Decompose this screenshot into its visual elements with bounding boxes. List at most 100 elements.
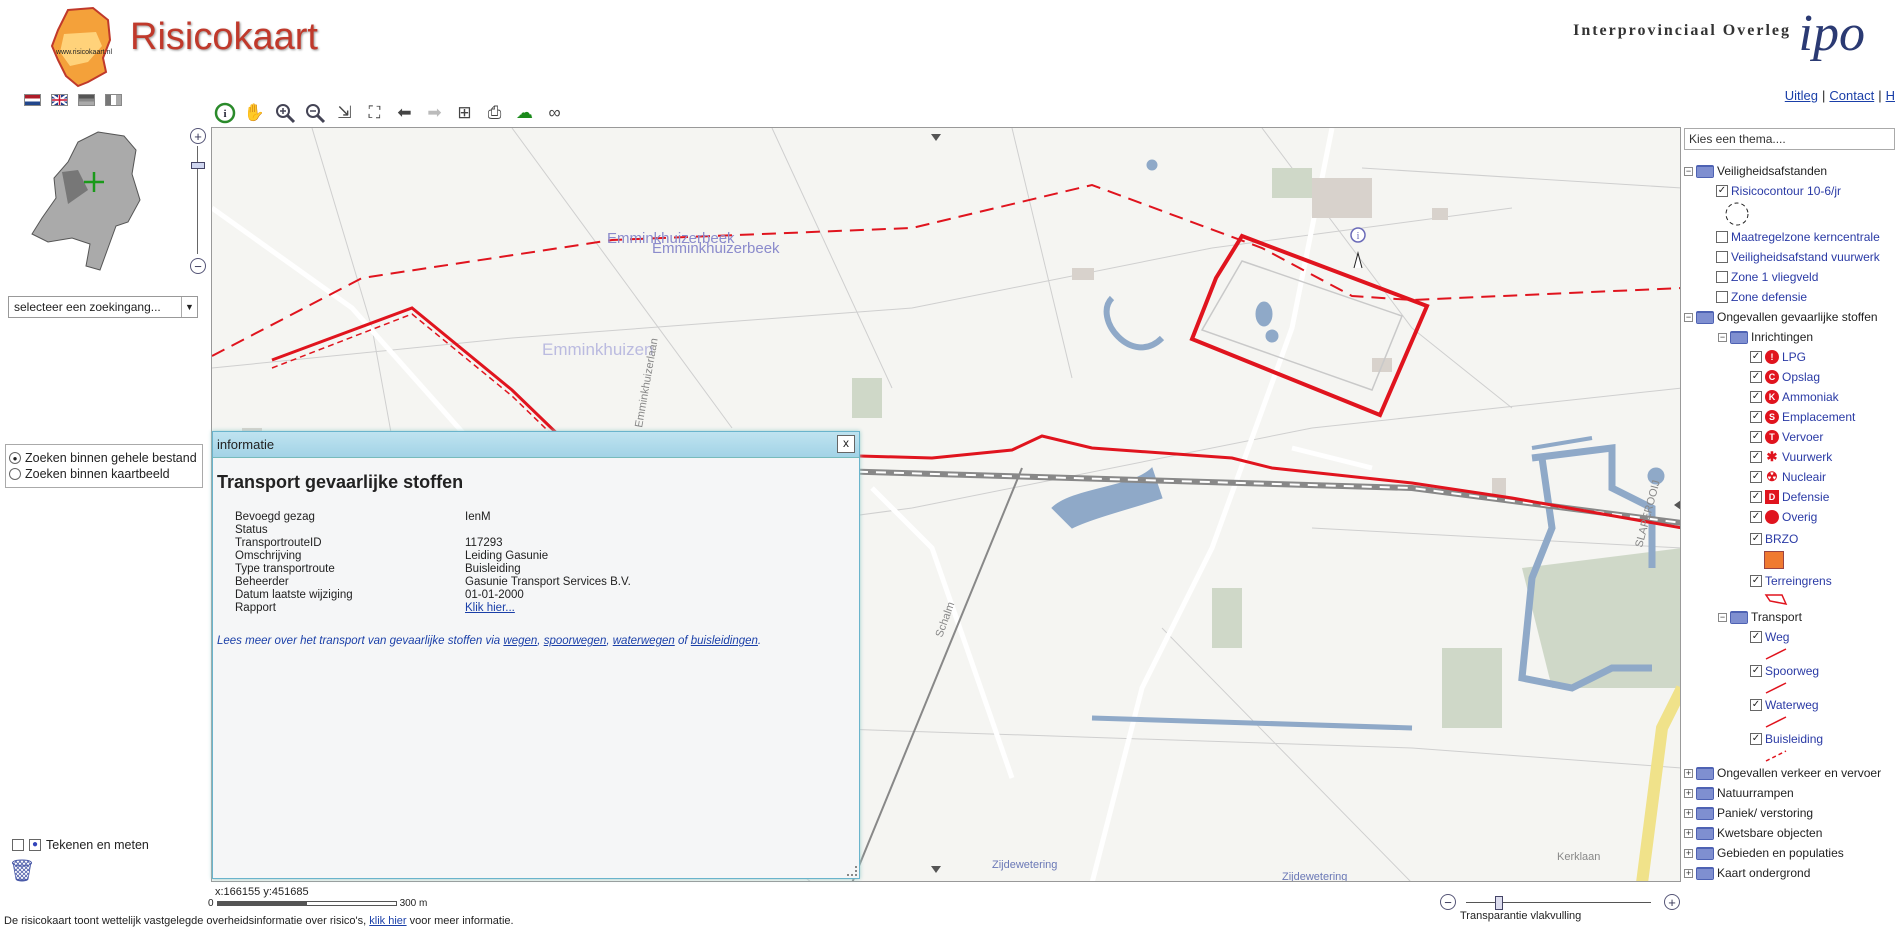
radio-map-view[interactable]: Zoeken binnen kaartbeeld (9, 467, 199, 481)
draw-label: Tekenen en meten (46, 838, 149, 852)
layer-vuurwerk-afstand[interactable]: Veiligheidsafstand vuurwerk (1684, 247, 1895, 267)
layer-nucleair[interactable]: ✓ ☢ Nucleair (1684, 467, 1895, 487)
search-mode-select[interactable]: selecteer een zoekingang... ▼ (8, 296, 198, 318)
transparency-label: Transparantie vlakvulling (1460, 910, 1582, 922)
link-icon[interactable]: ∞ (542, 100, 567, 125)
layer-terreingrens[interactable]: ✓ Terreingrens (1684, 571, 1895, 591)
footer-link[interactable]: klik hier (369, 915, 406, 927)
clear-icon[interactable]: ⊞ (452, 100, 477, 125)
layer-weg[interactable]: ✓ Weg (1684, 627, 1895, 647)
popup-header[interactable]: informatie (213, 432, 859, 458)
table-row: TransportrouteID 117293 (235, 537, 503, 549)
radio-whole-file[interactable]: ● Zoeken binnen gehele bestand (9, 451, 199, 465)
layer-opslag[interactable]: ✓ C Opslag (1684, 367, 1895, 387)
layer-lpg[interactable]: ✓! LPG (1684, 347, 1895, 367)
zoom-in-icon[interactable] (272, 100, 297, 125)
nl-flag-icon[interactable] (24, 94, 41, 106)
search-select-value: selecteer een zoekingang... (14, 300, 161, 314)
layer-waterweg[interactable]: ✓ Waterweg (1684, 695, 1895, 715)
draw-radio-icon[interactable]: ● (29, 839, 41, 851)
next-extent-icon[interactable]: ➡ (422, 100, 447, 125)
zoom-minus-button[interactable]: − (190, 258, 206, 274)
info-popup[interactable]: informatie x Transport gevaarlijke stoff… (212, 431, 860, 879)
layer-emplacement[interactable]: ✓ S Emplacement (1684, 407, 1895, 427)
layer-overig[interactable]: ✓ Overig (1684, 507, 1895, 527)
transparency-slider[interactable]: − + Transparantie vlakvulling (1440, 894, 1680, 926)
draw-measure-toggle[interactable]: ● Tekenen en meten (12, 838, 149, 852)
draw-checkbox[interactable] (12, 839, 24, 851)
zoom-handle[interactable] (191, 162, 205, 169)
ammoniak-icon: K (1765, 390, 1779, 404)
link-buisleidingen[interactable]: buisleidingen (691, 635, 758, 647)
en-flag-icon[interactable] (51, 94, 68, 106)
overview-minimap[interactable] (28, 130, 158, 278)
print-icon[interactable]: ⎙ (482, 100, 507, 125)
layer-vuurwerk[interactable]: ✓ ✱ Vuurwerk (1684, 447, 1895, 467)
legend-risicocontour (1684, 201, 1895, 227)
layer-maatregelzone[interactable]: Maatregelzone kerncentrale (1684, 227, 1895, 247)
zoom-plus-button[interactable]: + (190, 128, 206, 144)
tree-group-verkeer[interactable]: + Ongevallen verkeer en vervoer (1684, 763, 1895, 783)
tree-group-transport[interactable]: − Transport (1684, 607, 1895, 627)
pan-icon[interactable]: ✋ (242, 100, 267, 125)
table-row: Beheerder Gasunie Transport Services B.V. (235, 576, 631, 588)
zoom-slider[interactable]: + − (190, 128, 206, 274)
legend-weg (1684, 647, 1895, 661)
fr-flag-icon[interactable] (105, 94, 122, 106)
layer-brzo[interactable]: ✓ BRZO (1684, 529, 1895, 549)
risicokaart-logo[interactable]: www.risicokaart.nl (48, 6, 118, 88)
measure-icon[interactable]: ⇲ (332, 100, 357, 125)
lpg-icon: ! (1765, 350, 1779, 364)
tree-group-ongevallen[interactable]: − Ongevallen gevaarlijke stoffen (1684, 307, 1895, 327)
share-icon[interactable]: ☁ (512, 100, 537, 125)
tree-group-gebieden[interactable]: + Gebieden en populaties (1684, 843, 1895, 863)
link-spoorwegen[interactable]: spoorwegen (544, 635, 607, 647)
theme-search-input[interactable]: Kies een thema.... (1684, 128, 1895, 150)
zoom-out-icon[interactable] (302, 100, 327, 125)
coordinates-readout: x:166155 y:451685 (215, 886, 309, 898)
report-link[interactable]: Klik hier... (465, 602, 515, 614)
resize-handle[interactable] (847, 866, 857, 876)
more-info-text: Lees meer over het transport van gevaarl… (217, 635, 762, 647)
full-extent-icon[interactable]: ⛶ (362, 100, 387, 125)
tree-group-natuurrampen[interactable]: + Natuurrampen (1684, 783, 1895, 803)
tree-group-paniek[interactable]: + Paniek/ verstoring (1684, 803, 1895, 823)
de-flag-icon[interactable] (78, 94, 95, 106)
layer-risicocontour[interactable]: ✓ Risicocontour 10-6/jr (1684, 181, 1895, 201)
trash-icon[interactable]: 🗑 (8, 858, 36, 883)
map-label: Zijdewetering (1282, 871, 1347, 882)
folder-icon (1730, 330, 1748, 344)
transparency-minus-button[interactable]: − (1440, 894, 1456, 910)
vuurwerk-icon: ✱ (1766, 449, 1778, 464)
opslag-icon: C (1765, 370, 1779, 384)
previous-extent-icon[interactable]: ⬅ (392, 100, 417, 125)
link-wegen[interactable]: wegen (503, 635, 537, 647)
info-icon[interactable]: i (212, 100, 237, 125)
link-contact[interactable]: Contact (1829, 88, 1874, 103)
tree-group-kwetsbaar[interactable]: + Kwetsbare objecten (1684, 823, 1895, 843)
map-label: Emminkhuizen (542, 340, 654, 359)
layer-vliegveld[interactable]: Zone 1 vliegveld (1684, 267, 1895, 287)
chevron-down-icon[interactable]: ▼ (181, 297, 197, 317)
svg-text:i: i (1357, 231, 1360, 242)
defensie-icon: D (1765, 490, 1779, 504)
folder-icon (1696, 846, 1714, 860)
close-icon[interactable]: x (837, 435, 855, 453)
layer-defensie-zone[interactable]: Zone defensie (1684, 287, 1895, 307)
transparency-handle[interactable] (1495, 896, 1504, 910)
tree-group-veiligheid[interactable]: − Veiligheidsafstanden (1684, 161, 1895, 181)
layer-buisleiding[interactable]: ✓ Buisleiding (1684, 729, 1895, 749)
layer-spoorweg[interactable]: ✓ Spoorweg (1684, 661, 1895, 681)
folder-icon (1696, 866, 1714, 880)
layer-vervoer[interactable]: ✓ T Vervoer (1684, 427, 1895, 447)
link-waterwegen[interactable]: waterwegen (613, 635, 675, 647)
legend-waterweg (1684, 715, 1895, 729)
link-help[interactable]: H (1886, 88, 1895, 103)
layer-defensie[interactable]: ✓ D Defensie (1684, 487, 1895, 507)
layer-ammoniak[interactable]: ✓ K Ammoniak (1684, 387, 1895, 407)
ipo-logo[interactable]: ipo (1799, 4, 1865, 63)
tree-group-ondergrond[interactable]: + Kaart ondergrond (1684, 863, 1895, 883)
transparency-plus-button[interactable]: + (1664, 894, 1680, 910)
link-uitleg[interactable]: Uitleg (1785, 88, 1818, 103)
tree-group-inrichtingen[interactable]: − Inrichtingen (1684, 327, 1895, 347)
